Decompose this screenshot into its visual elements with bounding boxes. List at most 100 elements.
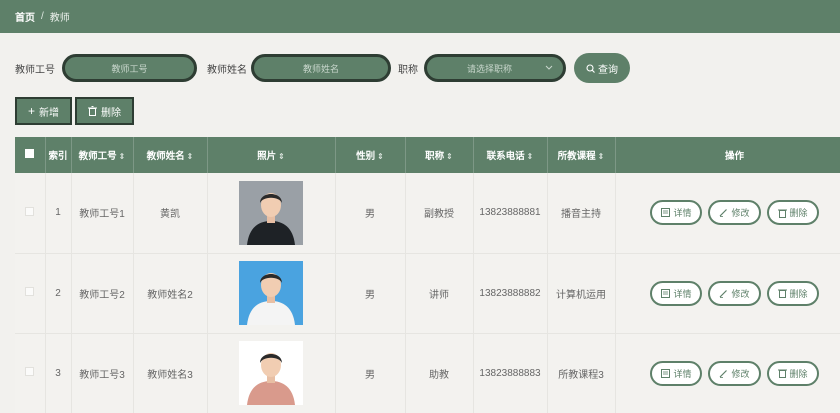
col-gender[interactable]: 性别 ⇕ bbox=[335, 137, 406, 173]
col-teacher-name[interactable]: 教师姓名 ⇕ bbox=[133, 137, 208, 173]
portrait-image bbox=[239, 180, 303, 245]
trash-icon bbox=[777, 289, 787, 298]
action-bar: + 新增 删除 bbox=[15, 97, 135, 125]
delete-button[interactable]: 删除 bbox=[766, 360, 819, 386]
search-bar: 教师工号 教师工号 教师姓名 教师姓名 职称 请选择职称 查询 bbox=[0, 50, 840, 86]
edit-button[interactable]: 修改 bbox=[708, 200, 761, 226]
detail-button-label: 详情 bbox=[673, 368, 692, 379]
delete-button[interactable]: 删除 bbox=[766, 200, 819, 226]
select-all-cell bbox=[15, 137, 46, 173]
sort-icon[interactable]: ⇕ bbox=[446, 152, 453, 161]
title-label: 职称 bbox=[398, 64, 418, 76]
edit-button[interactable]: 修改 bbox=[708, 360, 761, 386]
row-gender: 男 bbox=[335, 333, 406, 413]
col-course-label: 所教课程 bbox=[557, 151, 596, 162]
select-all-checkbox[interactable] bbox=[25, 149, 35, 158]
row-teacher-id: 教师工号1 bbox=[71, 173, 134, 254]
table-header-row: 索引 教师工号 ⇕ 教师姓名 ⇕ 照片 ⇕ 性别 ⇕ 职称 ⇕ 联系电话 ⇕ 所教课程 ⇕ 操… bbox=[15, 137, 840, 173]
col-phone-label: 联系电话 bbox=[486, 151, 525, 162]
row-checkbox[interactable] bbox=[25, 206, 35, 216]
row-teacher-name: 黄凯 bbox=[133, 173, 208, 254]
breadcrumb-home[interactable]: 首页 bbox=[15, 9, 35, 24]
document-icon bbox=[661, 368, 671, 378]
row-gender: 男 bbox=[335, 173, 406, 254]
row-ops-cell: 详情 修改 删除 bbox=[615, 333, 840, 413]
row-teacher-name: 教师姓名3 bbox=[133, 333, 208, 413]
col-photo[interactable]: 照片 ⇕ bbox=[207, 137, 336, 173]
teacher-id-placeholder: 教师工号 bbox=[111, 63, 148, 74]
row-title: 副教授 bbox=[405, 173, 474, 254]
teacher-id-label: 教师工号 bbox=[15, 64, 55, 76]
portrait-image bbox=[239, 341, 303, 405]
row-select-cell bbox=[15, 333, 46, 413]
delete-button-label: 删除 bbox=[789, 368, 808, 379]
teacher-photo[interactable] bbox=[239, 261, 303, 325]
sort-icon[interactable]: ⇕ bbox=[377, 152, 384, 161]
row-phone: 13823888883 bbox=[473, 333, 548, 413]
col-title[interactable]: 职称 ⇕ bbox=[405, 137, 474, 173]
row-phone: 13823888881 bbox=[473, 173, 548, 254]
detail-button-label: 详情 bbox=[673, 208, 692, 219]
row-teacher-id: 教师工号3 bbox=[71, 333, 134, 413]
pencil-icon bbox=[720, 369, 728, 378]
col-course[interactable]: 所教课程 ⇕ bbox=[547, 137, 616, 173]
row-photo-cell bbox=[207, 173, 336, 254]
detail-button[interactable]: 详情 bbox=[650, 200, 703, 226]
title-select-placeholder: 请选择职称 bbox=[467, 63, 513, 74]
teacher-photo[interactable] bbox=[239, 180, 303, 245]
row-index: 2 bbox=[45, 253, 72, 334]
detail-button[interactable]: 详情 bbox=[650, 280, 703, 306]
trash-icon bbox=[777, 209, 787, 218]
search-icon bbox=[586, 63, 595, 73]
edit-button-label: 修改 bbox=[731, 368, 750, 379]
detail-button-label: 详情 bbox=[673, 288, 692, 299]
edit-button[interactable]: 修改 bbox=[708, 280, 761, 306]
row-course: 播音主持 bbox=[547, 173, 616, 254]
plus-icon: + bbox=[28, 104, 36, 118]
edit-button-label: 修改 bbox=[731, 208, 750, 219]
row-teacher-name: 教师姓名2 bbox=[133, 253, 208, 334]
detail-button[interactable]: 详情 bbox=[650, 360, 703, 386]
col-gender-label: 性别 bbox=[356, 151, 376, 162]
row-teacher-id: 教师工号2 bbox=[71, 253, 134, 334]
teacher-name-placeholder: 教师姓名 bbox=[302, 63, 339, 74]
row-ops-cell: 详情 修改 删除 bbox=[615, 173, 840, 254]
table-row[interactable]: 3 教师工号3 教师姓名3 男 助教 13823888883 所教课程3 详情 … bbox=[15, 333, 840, 413]
portrait-image bbox=[239, 261, 303, 325]
query-button[interactable]: 查询 bbox=[574, 53, 630, 83]
document-icon bbox=[661, 288, 671, 298]
col-index: 索引 bbox=[45, 137, 72, 173]
breadcrumb-separator: / bbox=[41, 11, 44, 22]
delete-button-label: 删除 bbox=[789, 288, 808, 299]
add-button[interactable]: + 新增 bbox=[15, 97, 73, 125]
col-teacher-id[interactable]: 教师工号 ⇕ bbox=[71, 137, 134, 173]
teacher-table: 索引 教师工号 ⇕ 教师姓名 ⇕ 照片 ⇕ 性别 ⇕ 职称 ⇕ 联系电话 ⇕ 所教课程 ⇕ 操… bbox=[15, 137, 840, 413]
col-teacher-name-label: 教师姓名 bbox=[146, 151, 185, 162]
row-checkbox[interactable] bbox=[25, 287, 35, 296]
title-select[interactable]: 请选择职称 bbox=[424, 54, 566, 82]
row-select-cell bbox=[15, 253, 46, 334]
sort-icon[interactable]: ⇕ bbox=[187, 152, 194, 161]
sort-icon[interactable]: ⇕ bbox=[278, 152, 285, 161]
delete-button[interactable]: 删除 bbox=[766, 280, 819, 306]
teacher-name-input[interactable]: 教师姓名 bbox=[251, 54, 391, 82]
sort-icon[interactable]: ⇕ bbox=[527, 152, 534, 161]
table-row[interactable]: 2 教师工号2 教师姓名2 男 讲师 13823888882 计算机运用 详情 … bbox=[15, 253, 840, 334]
row-index: 1 bbox=[45, 173, 72, 254]
table-row[interactable]: 1 教师工号1 黄凯 男 副教授 13823888881 播音主持 详情 修改 … bbox=[15, 173, 840, 254]
row-photo-cell bbox=[207, 253, 336, 334]
col-phone[interactable]: 联系电话 ⇕ bbox=[473, 137, 548, 173]
row-checkbox[interactable] bbox=[25, 367, 35, 376]
row-ops-cell: 详情 修改 删除 bbox=[615, 253, 840, 334]
delete-button-label: 删除 bbox=[789, 208, 808, 219]
sort-icon[interactable]: ⇕ bbox=[119, 152, 126, 161]
row-course: 所教课程3 bbox=[547, 333, 616, 413]
trash-icon bbox=[88, 106, 98, 116]
teacher-id-input[interactable]: 教师工号 bbox=[62, 54, 197, 82]
breadcrumb: 首页 / 教师 bbox=[0, 0, 840, 33]
teacher-photo[interactable] bbox=[239, 341, 303, 405]
bulk-delete-button[interactable]: 删除 bbox=[75, 97, 135, 125]
col-teacher-id-label: 教师工号 bbox=[78, 151, 117, 162]
col-photo-label: 照片 bbox=[257, 151, 277, 162]
sort-icon[interactable]: ⇕ bbox=[598, 152, 605, 161]
